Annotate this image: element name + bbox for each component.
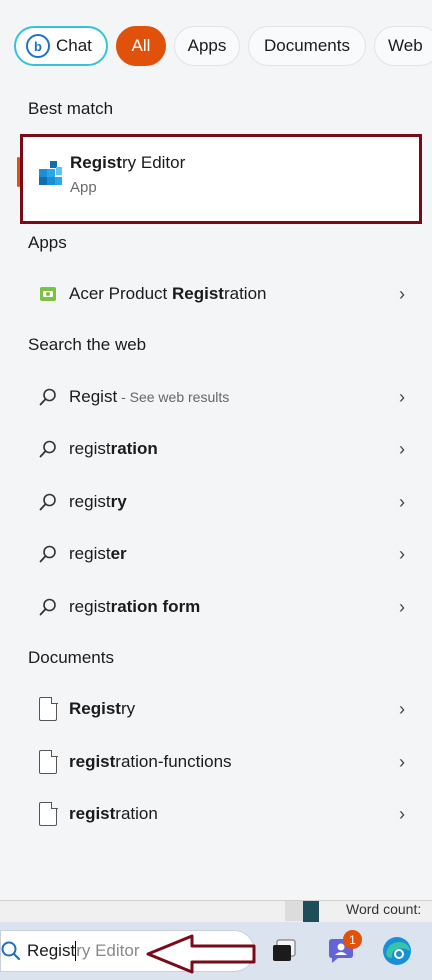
filter-all[interactable]: All — [116, 26, 166, 66]
app-result-label: Acer Product Registration — [69, 284, 267, 303]
search-icon — [39, 598, 56, 616]
web-result[interactable]: Regist - See web results › — [20, 377, 422, 417]
start-search-panel: b Chat All Apps Documents Web Best match… — [0, 0, 432, 900]
annotation-arrow-icon — [146, 934, 256, 974]
apps-heading: Apps — [28, 233, 67, 252]
search-text: Registry Editor — [27, 940, 140, 962]
search-icon — [39, 388, 56, 406]
background-divider — [303, 901, 319, 923]
scroll-down-icon[interactable] — [285, 901, 303, 921]
chevron-right-icon[interactable]: › — [390, 492, 414, 513]
chevron-right-icon[interactable]: › — [390, 699, 414, 720]
filter-all-label: All — [131, 36, 151, 55]
filter-apps[interactable]: Apps — [174, 26, 240, 66]
web-result-label: Regist - See web results — [69, 387, 230, 406]
best-match-registry-editor[interactable]: Registry Editor App — [20, 134, 422, 224]
filter-chat-label: Chat — [56, 36, 92, 55]
search-icon — [39, 440, 56, 458]
document-result[interactable]: Registry › — [20, 689, 422, 729]
document-result[interactable]: registration › — [20, 794, 422, 834]
best-match-name: Registry Editor — [70, 153, 186, 172]
search-web-heading: Search the web — [28, 335, 147, 354]
chevron-right-icon[interactable]: › — [390, 387, 414, 408]
document-icon — [39, 696, 58, 721]
filter-bar: b Chat All Apps Documents Web — [14, 26, 432, 66]
app-result-acer-product-registration[interactable]: Acer Product Registration › — [20, 274, 422, 314]
web-result-label: register — [69, 544, 127, 563]
filter-documents-label: Documents — [264, 36, 350, 55]
document-icon — [39, 749, 58, 774]
web-result[interactable]: registration form › — [20, 587, 422, 627]
filter-apps-label: Apps — [187, 36, 227, 55]
registry-editor-icon — [39, 161, 62, 185]
best-match-heading: Best match — [28, 99, 114, 118]
chevron-right-icon[interactable]: › — [390, 284, 414, 305]
chevron-right-icon[interactable]: › — [390, 752, 414, 773]
filter-documents[interactable]: Documents — [248, 26, 366, 66]
document-result-label: registration — [69, 804, 158, 823]
web-result-label: registration form — [69, 597, 201, 616]
word-count-label: Word count: — [346, 901, 422, 917]
document-result[interactable]: registration-functions › — [20, 742, 422, 782]
chevron-right-icon[interactable]: › — [390, 544, 414, 565]
document-icon — [39, 801, 58, 826]
search-icon — [1, 940, 27, 962]
chevron-right-icon[interactable]: › — [390, 439, 414, 460]
filter-chat[interactable]: b Chat — [14, 26, 108, 66]
documents-heading: Documents — [28, 648, 114, 667]
filter-web[interactable]: Web — [374, 26, 432, 66]
bing-chat-icon: b — [26, 34, 50, 58]
background-word-window: Word count: — [0, 900, 432, 923]
web-result[interactable]: register › — [20, 534, 422, 574]
edge-browser-icon[interactable] — [380, 934, 414, 968]
document-result-label: registration-functions — [69, 752, 232, 771]
chevron-right-icon[interactable]: › — [390, 804, 414, 825]
web-result[interactable]: registry › — [20, 482, 422, 522]
search-icon — [39, 545, 56, 563]
web-result-label: registry — [69, 492, 127, 511]
filter-web-label: Web — [388, 36, 423, 55]
acer-app-icon — [40, 287, 56, 301]
task-view-icon[interactable] — [268, 934, 302, 968]
notification-badge: 1 — [343, 930, 362, 949]
search-icon — [39, 493, 56, 511]
best-match-type: App — [70, 179, 97, 196]
chevron-right-icon[interactable]: › — [390, 597, 414, 618]
web-result[interactable]: registration › — [20, 429, 422, 469]
web-result-label: registration — [69, 439, 158, 458]
document-result-label: Registry — [69, 699, 136, 718]
